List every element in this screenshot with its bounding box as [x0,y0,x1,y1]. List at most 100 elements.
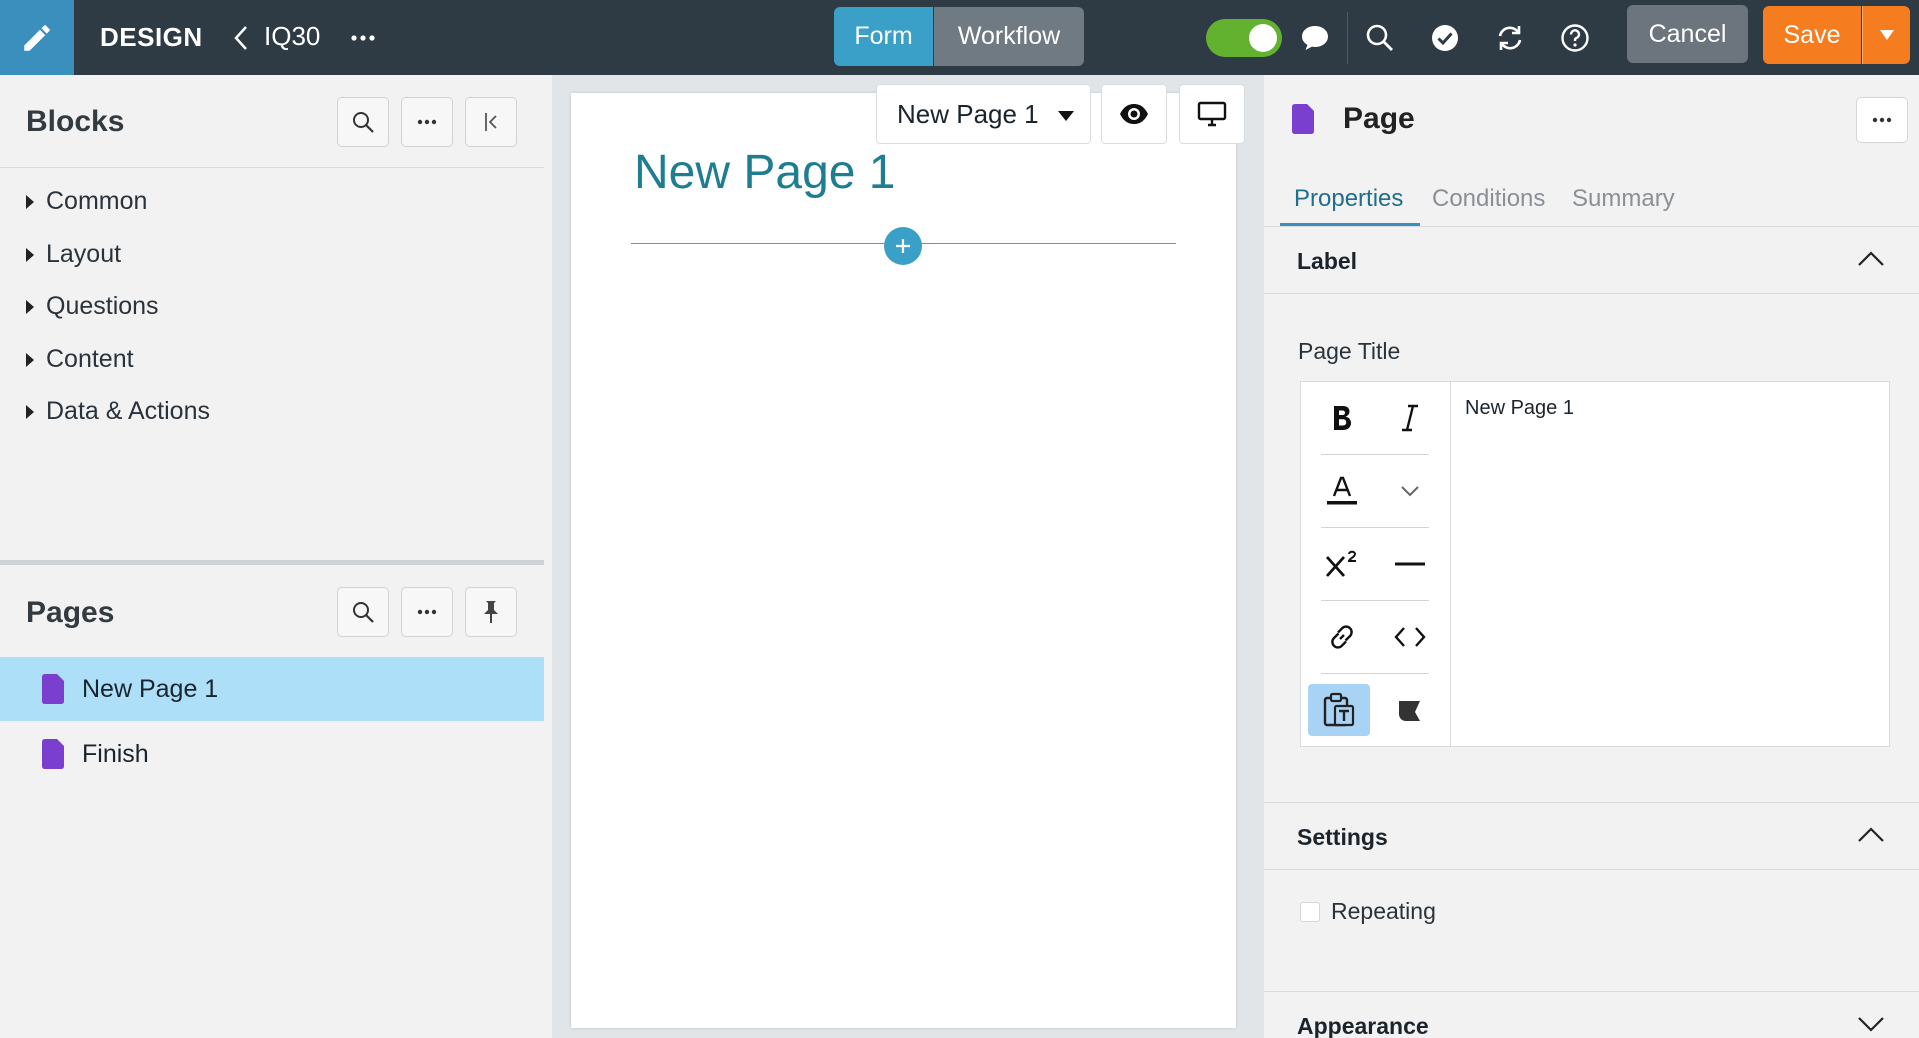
validate-button[interactable] [1425,18,1465,58]
page-icon [42,674,64,704]
settings-section-title: Settings [1297,824,1388,850]
refresh-button[interactable] [1490,18,1530,58]
horizontal-rule-icon [1395,562,1425,566]
tab-conditions[interactable]: Conditions [1432,185,1545,213]
back-button[interactable] [226,20,256,56]
tab-properties[interactable]: Properties [1294,185,1403,213]
blocks-search-button[interactable] [337,97,389,147]
add-block-button[interactable] [884,227,922,265]
help-icon [1561,24,1589,52]
refresh-icon [1498,26,1522,50]
tab-form[interactable]: Form [834,7,933,66]
code-button[interactable] [1379,611,1441,663]
design-mode-tile[interactable] [0,0,74,75]
form-name[interactable]: IQ30 [264,21,320,52]
block-group-layout[interactable]: Layout [26,240,121,269]
italic-button[interactable] [1379,392,1441,444]
eye-icon [1120,104,1148,124]
caret-down-icon [1879,30,1894,40]
tab-summary[interactable]: Summary [1572,185,1675,213]
text-color-button[interactable] [1311,465,1373,517]
ellipsis-icon [417,119,437,125]
device-view-button[interactable] [1179,84,1245,144]
panel-splitter[interactable] [0,560,544,565]
search-icon [353,112,374,133]
block-group-label: Common [46,187,148,215]
clipboard-text-icon [1323,692,1355,727]
properties-more-button[interactable] [1856,97,1908,143]
canvas-page-title[interactable]: New Page 1 [634,145,896,200]
block-group-common[interactable]: Common [26,187,147,216]
appearance-section-title: Appearance [1297,1013,1429,1038]
label-section-header[interactable]: Label [1264,226,1919,294]
repeating-checkbox[interactable] [1300,902,1320,922]
left-panel: Blocks Common Layout Questions Content D… [0,75,544,1038]
pin-icon [484,601,498,623]
superscript-button[interactable] [1311,538,1373,590]
search-icon [1366,24,1393,51]
pages-search-button[interactable] [337,587,389,637]
help-button[interactable] [1555,18,1595,58]
italic-icon [1402,404,1418,432]
toolbar-separator [1321,527,1429,528]
search-button[interactable] [1360,18,1400,58]
bold-button[interactable] [1311,392,1373,444]
toolbar-separator [1321,454,1429,455]
page-title-label: Page Title [1298,338,1401,364]
chevron-down-icon [1401,486,1419,497]
preview-button[interactable] [1101,84,1167,144]
pin-panel-button[interactable] [465,587,517,637]
page-title-editor: New Page 1 [1300,381,1890,747]
form-more-button[interactable] [346,20,380,56]
expand-triangle-icon [26,352,34,367]
pencil-icon [24,24,50,51]
page-selector[interactable]: New Page 1 [876,84,1091,144]
block-group-label: Data & Actions [46,397,210,425]
blocks-title: Blocks [26,105,125,138]
block-group-questions[interactable]: Questions [26,292,159,321]
chat-bubble-icon [1302,26,1328,50]
app-brand: DESIGN [100,22,203,52]
chevron-down-icon [1858,1017,1884,1032]
settings-section-header[interactable]: Settings [1264,802,1919,870]
tab-workflow[interactable]: Workflow [934,7,1084,66]
page-label: New Page 1 [82,674,219,703]
chevron-left-icon [234,26,247,50]
live-toggle[interactable] [1206,19,1282,57]
toolbar-separator [1321,600,1429,601]
blocks-more-button[interactable] [401,97,453,147]
toggle-knob [1249,24,1277,52]
save-button[interactable]: Save [1763,6,1861,64]
check-circle-icon [1432,25,1458,51]
cancel-button[interactable]: Cancel [1627,5,1748,63]
horizontal-rule-button[interactable] [1379,538,1441,590]
link-button[interactable] [1311,611,1373,663]
block-group-data-actions[interactable]: Data & Actions [26,397,210,426]
block-group-content[interactable]: Content [26,345,134,374]
page-title-value[interactable]: New Page 1 [1465,397,1574,420]
ellipsis-icon [1872,117,1892,123]
block-group-label: Content [46,345,134,373]
rich-text-toolbar [1301,382,1451,746]
page-item-finish[interactable]: Finish [0,722,544,786]
paste-text-button[interactable] [1308,684,1370,736]
pages-more-button[interactable] [401,587,453,637]
save-options-button[interactable] [1862,6,1910,64]
page-label: Finish [82,739,149,768]
collapse-panel-button[interactable] [465,97,517,147]
page-item-new-page-1[interactable]: New Page 1 [0,657,544,721]
expand-triangle-icon [26,404,34,419]
collapse-left-icon [485,113,497,131]
chevron-up-icon [1858,827,1884,842]
page-icon [42,739,64,769]
clear-format-button[interactable] [1379,684,1441,736]
comments-button[interactable] [1295,18,1335,58]
page-icon [1292,104,1314,134]
search-icon [353,602,374,623]
caret-down-icon [1058,111,1074,121]
appearance-section-header[interactable]: Appearance [1264,991,1919,1038]
page-selector-value: New Page 1 [897,98,1039,129]
repeating-label: Repeating [1331,898,1436,924]
text-color-dropdown[interactable] [1379,465,1441,517]
expand-triangle-icon [26,194,34,209]
